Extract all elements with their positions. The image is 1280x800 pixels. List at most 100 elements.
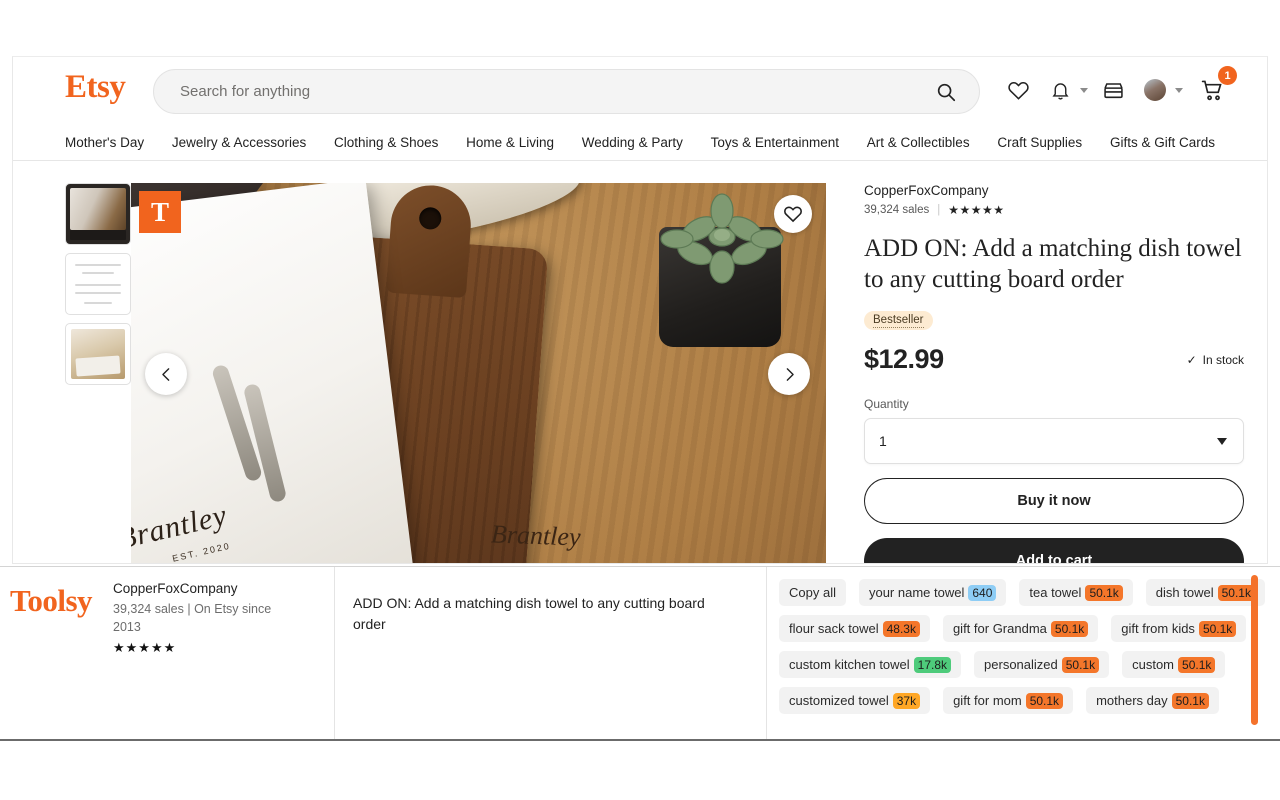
tags-scrollbar[interactable] [1251, 575, 1258, 725]
toolsy-title-column: ADD ON: Add a matching dish towel to any… [335, 567, 767, 739]
bell-icon [1051, 82, 1069, 100]
tag-chip-count: 50.1k [1171, 692, 1209, 709]
thumbnail-1[interactable] [65, 183, 131, 245]
toolsy-shop-column: Toolsy CopperFoxCompany 39,324 sales | O… [0, 567, 335, 739]
account-button[interactable] [1138, 73, 1172, 107]
meta-divider: | [937, 204, 941, 216]
tag-chip-count: 17.8k [913, 656, 952, 673]
shop-rating-stars[interactable]: ★★★★★ [948, 203, 1004, 217]
chevron-left-icon [161, 367, 169, 381]
tag-chip[interactable]: gift for Grandma 50.1k [942, 615, 1099, 642]
tag-chip-label: personalized [984, 657, 1058, 672]
copy-all-button[interactable]: Copy all [779, 579, 846, 606]
tag-chip[interactable]: tea towel 50.1k [1019, 579, 1133, 606]
tag-chip-label: gift for mom [953, 693, 1022, 708]
favorites-button[interactable] [1001, 73, 1035, 107]
tag-chip-label: your name towel [868, 585, 965, 600]
towel-script: Brantley [131, 498, 231, 556]
tag-chip[interactable]: mothers day 50.1k [1086, 687, 1219, 714]
tag-chip[interactable]: dish towel 50.1k [1145, 579, 1265, 606]
notifications-chevron-down-icon[interactable] [1080, 87, 1088, 93]
toolsy-tags-column: Copy all your name towel 640 tea towel 50.1… [767, 567, 1280, 739]
page-root: Etsy Search for anything 1 Mother's Day … [0, 0, 1280, 800]
tag-chip-label: tea towel [1029, 585, 1082, 600]
tag-chip-label: custom kitchen towel [789, 657, 910, 672]
tag-chip-label: dish towel [1155, 585, 1214, 600]
tag-chip-list: Copy all your name towel 640 tea towel 50.1… [779, 579, 1280, 714]
nav-item-2[interactable]: Clothing & Shoes [334, 135, 438, 150]
listing-body: Brantley Brantley EST. 2020 T CopperFoxC… [13, 161, 1267, 564]
search-icon[interactable] [935, 81, 957, 103]
search-bar[interactable]: Search for anything [153, 69, 980, 114]
tag-chip-count: 37k [892, 692, 921, 709]
nav-item-0[interactable]: Mother's Day [65, 135, 144, 150]
chevron-right-icon [786, 367, 794, 381]
tag-chip-count: 50.1k [1050, 620, 1089, 637]
tag-chip-count: 50.1k [1025, 692, 1064, 709]
tag-chip-label: gift for Grandma [952, 621, 1047, 636]
toolsy-logo: Toolsy [10, 583, 93, 618]
price-row: $12.99 ✓ In stock [864, 344, 1244, 375]
quantity-select[interactable]: 1 [864, 418, 1244, 464]
towel-est-text: EST. 2020 [171, 540, 232, 564]
carousel-prev-button[interactable] [145, 353, 187, 395]
tag-chip-count: 50.1k [1061, 656, 1100, 673]
shop-meta: 39,324 sales | ★★★★★ [864, 203, 1244, 217]
tag-chip[interactable]: custom kitchen towel 17.8k [779, 651, 962, 678]
shop-sales-count: 39,324 sales [864, 204, 930, 216]
favorite-listing-button[interactable] [774, 195, 812, 233]
bestseller-badge[interactable]: Bestseller [864, 311, 933, 330]
listing-title: ADD ON: Add a matching dish towel to any… [864, 235, 1242, 293]
tag-chip[interactable]: flour sack towel 48.3k [779, 615, 930, 642]
buy-it-now-button[interactable]: Buy it now [864, 478, 1244, 524]
nav-item-6[interactable]: Art & Collectibles [867, 135, 970, 150]
nav-item-7[interactable]: Craft Supplies [997, 135, 1082, 150]
etsy-logo[interactable]: Etsy [65, 71, 126, 104]
tag-chip[interactable]: your name towel 640 [858, 579, 1007, 606]
toolsy-shop-meta: 39,324 sales | On Etsy since 2013 [113, 602, 272, 635]
tag-chip[interactable]: gift from kids 50.1k [1111, 615, 1247, 642]
thumbnail-2[interactable] [65, 253, 131, 315]
nav-item-5[interactable]: Toys & Entertainment [711, 135, 839, 150]
thumbnail-3[interactable] [65, 323, 131, 385]
tag-chip[interactable]: gift for mom 50.1k [943, 687, 1074, 714]
stock-status: ✓ In stock [1187, 353, 1244, 367]
quantity-value: 1 [879, 433, 887, 449]
tag-chip-count: 48.3k [882, 620, 920, 637]
listing-detail-panel: CopperFoxCompany 39,324 sales | ★★★★★ AD… [864, 183, 1244, 563]
nav-item-3[interactable]: Home & Living [466, 135, 554, 150]
search-input[interactable]: Search for anything [180, 83, 310, 100]
tag-chip-count: 50.1k [1085, 584, 1123, 601]
storefront-icon [1103, 82, 1123, 98]
notifications-button[interactable] [1043, 73, 1077, 107]
carousel-next-button[interactable] [768, 353, 810, 395]
tag-chip-label: custom [1132, 657, 1175, 672]
succulent-plant [660, 193, 784, 284]
site-header: Etsy Search for anything 1 [13, 57, 1267, 125]
thumbnail-strip [65, 183, 131, 393]
check-icon: ✓ [1186, 352, 1197, 367]
product-image-carousel[interactable]: Brantley Brantley EST. 2020 T [131, 183, 826, 564]
toolsy-shop-stars: ★★★★★ [113, 640, 177, 656]
tag-chip[interactable]: personalized 50.1k [974, 651, 1110, 678]
add-to-cart-button[interactable]: Add to cart [864, 538, 1244, 563]
shop-name-link[interactable]: CopperFoxCompany [864, 183, 1244, 198]
listing-price: $12.99 [864, 344, 944, 374]
tag-chip-label: flour sack towel [789, 621, 879, 636]
account-chevron-down-icon[interactable] [1175, 87, 1183, 93]
tag-chip[interactable]: customized towel 37k [779, 687, 931, 714]
nav-item-4[interactable]: Wedding & Party [582, 135, 683, 150]
toolsy-listing-title: ADD ON: Add a matching dish towel to any… [353, 595, 705, 632]
board-engraving: Brantley [490, 519, 582, 552]
shop-manager-button[interactable] [1096, 73, 1130, 107]
cart-button[interactable]: 1 [1195, 66, 1237, 107]
nav-item-8[interactable]: Gifts & Gift Cards [1110, 135, 1215, 150]
tag-chip[interactable]: custom 50.1k [1122, 651, 1226, 678]
nav-item-1[interactable]: Jewelry & Accessories [172, 135, 306, 150]
tag-chip-label: customized towel [789, 693, 889, 708]
toolsy-overlay-badge[interactable]: T [139, 191, 181, 233]
quantity-label: Quantity [864, 397, 909, 411]
top-white-band [0, 0, 1280, 56]
category-nav: Mother's Day Jewelry & Accessories Cloth… [13, 125, 1267, 161]
toolsy-shop-name[interactable]: CopperFoxCompany [113, 581, 334, 596]
